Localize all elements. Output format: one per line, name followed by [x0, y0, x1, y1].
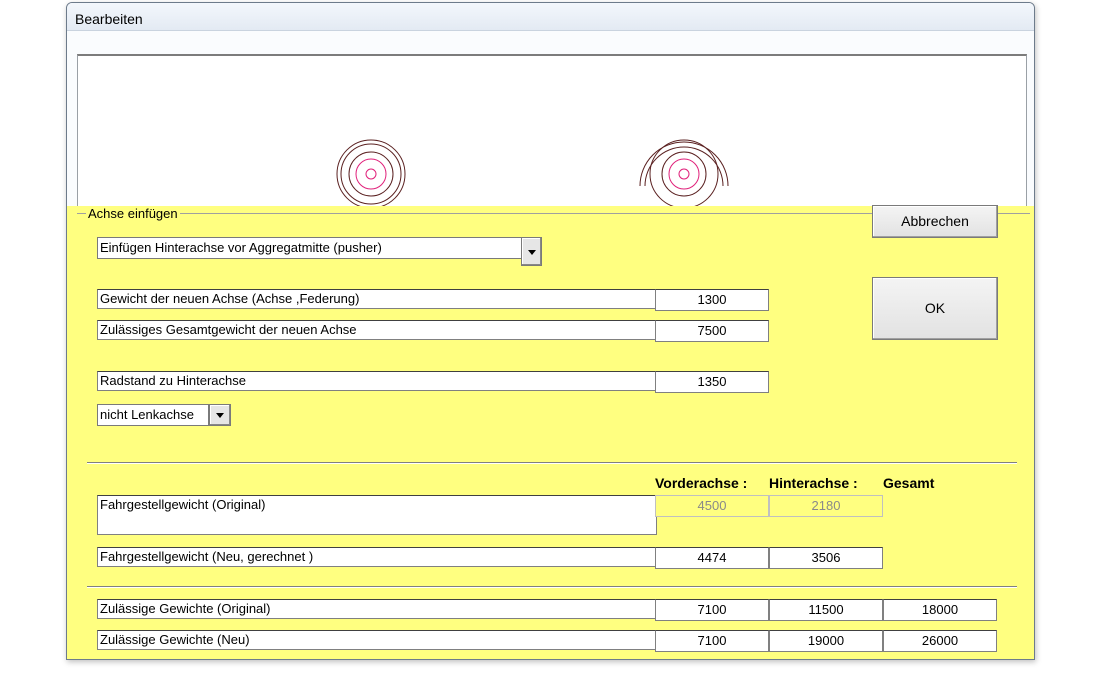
dialog-window: Bearbeiten Achse einfügen Abbrechen OK E…: [66, 2, 1035, 660]
wheelbase-rear-label: Radstand zu Hinterachse: [97, 371, 657, 391]
front-wheel-icon: [336, 139, 406, 209]
ok-button[interactable]: OK: [872, 277, 998, 340]
wheelbase-rear-input[interactable]: 1350: [655, 371, 769, 393]
insert-axle-panel: [67, 206, 1034, 659]
table-cell-rear: 3506: [769, 547, 883, 569]
table-row-label: Zulässige Gewichte (Neu): [97, 630, 657, 650]
table-cell-rear: 2180: [769, 495, 883, 517]
title-bar[interactable]: Bearbeiten: [67, 3, 1034, 31]
table-cell-front: 4500: [655, 495, 769, 517]
header-total: Gesamt: [883, 475, 935, 491]
window-title: Bearbeiten: [75, 11, 143, 27]
table-cell-total: 18000: [883, 599, 997, 621]
header-front-axle: Vorderachse :: [655, 475, 748, 491]
separator: [87, 586, 1017, 588]
weight-new-axle-label: Gewicht der neuen Achse (Achse ,Federung…: [97, 289, 657, 309]
weight-new-axle-input[interactable]: 1300: [655, 289, 769, 311]
steering-dropdown[interactable]: nicht Lenkachse: [97, 404, 209, 426]
cancel-button[interactable]: Abbrechen: [872, 205, 998, 238]
axle-type-dropdown-button[interactable]: [521, 237, 542, 266]
rear-wheel-icon: [639, 139, 729, 209]
permitted-total-new-axle-label: Zulässiges Gesamtgewicht der neuen Achse: [97, 320, 657, 340]
table-cell-rear: 11500: [769, 599, 883, 621]
axle-type-dropdown[interactable]: Einfügen Hinterachse vor Aggregatmitte (…: [97, 237, 522, 259]
steering-dropdown-button[interactable]: [209, 404, 231, 426]
table-row-label: Fahrgestellgewicht (Neu, gerechnet ): [97, 547, 657, 567]
axle-preview-canvas: [77, 54, 1027, 214]
table-row-label: Zulässige Gewichte (Original): [97, 599, 657, 619]
separator: [87, 462, 1017, 464]
table-row-label: Fahrgestellgewicht (Original): [97, 495, 657, 535]
table-cell-front: 7100: [655, 630, 769, 652]
group-label: Achse einfügen: [86, 206, 180, 221]
table-cell-front: 4474: [655, 547, 769, 569]
table-cell-total: 26000: [883, 630, 997, 652]
table-cell-rear: 19000: [769, 630, 883, 652]
header-rear-axle: Hinterachse :: [769, 475, 858, 491]
permitted-total-new-axle-input[interactable]: 7500: [655, 320, 769, 342]
table-cell-front: 7100: [655, 599, 769, 621]
